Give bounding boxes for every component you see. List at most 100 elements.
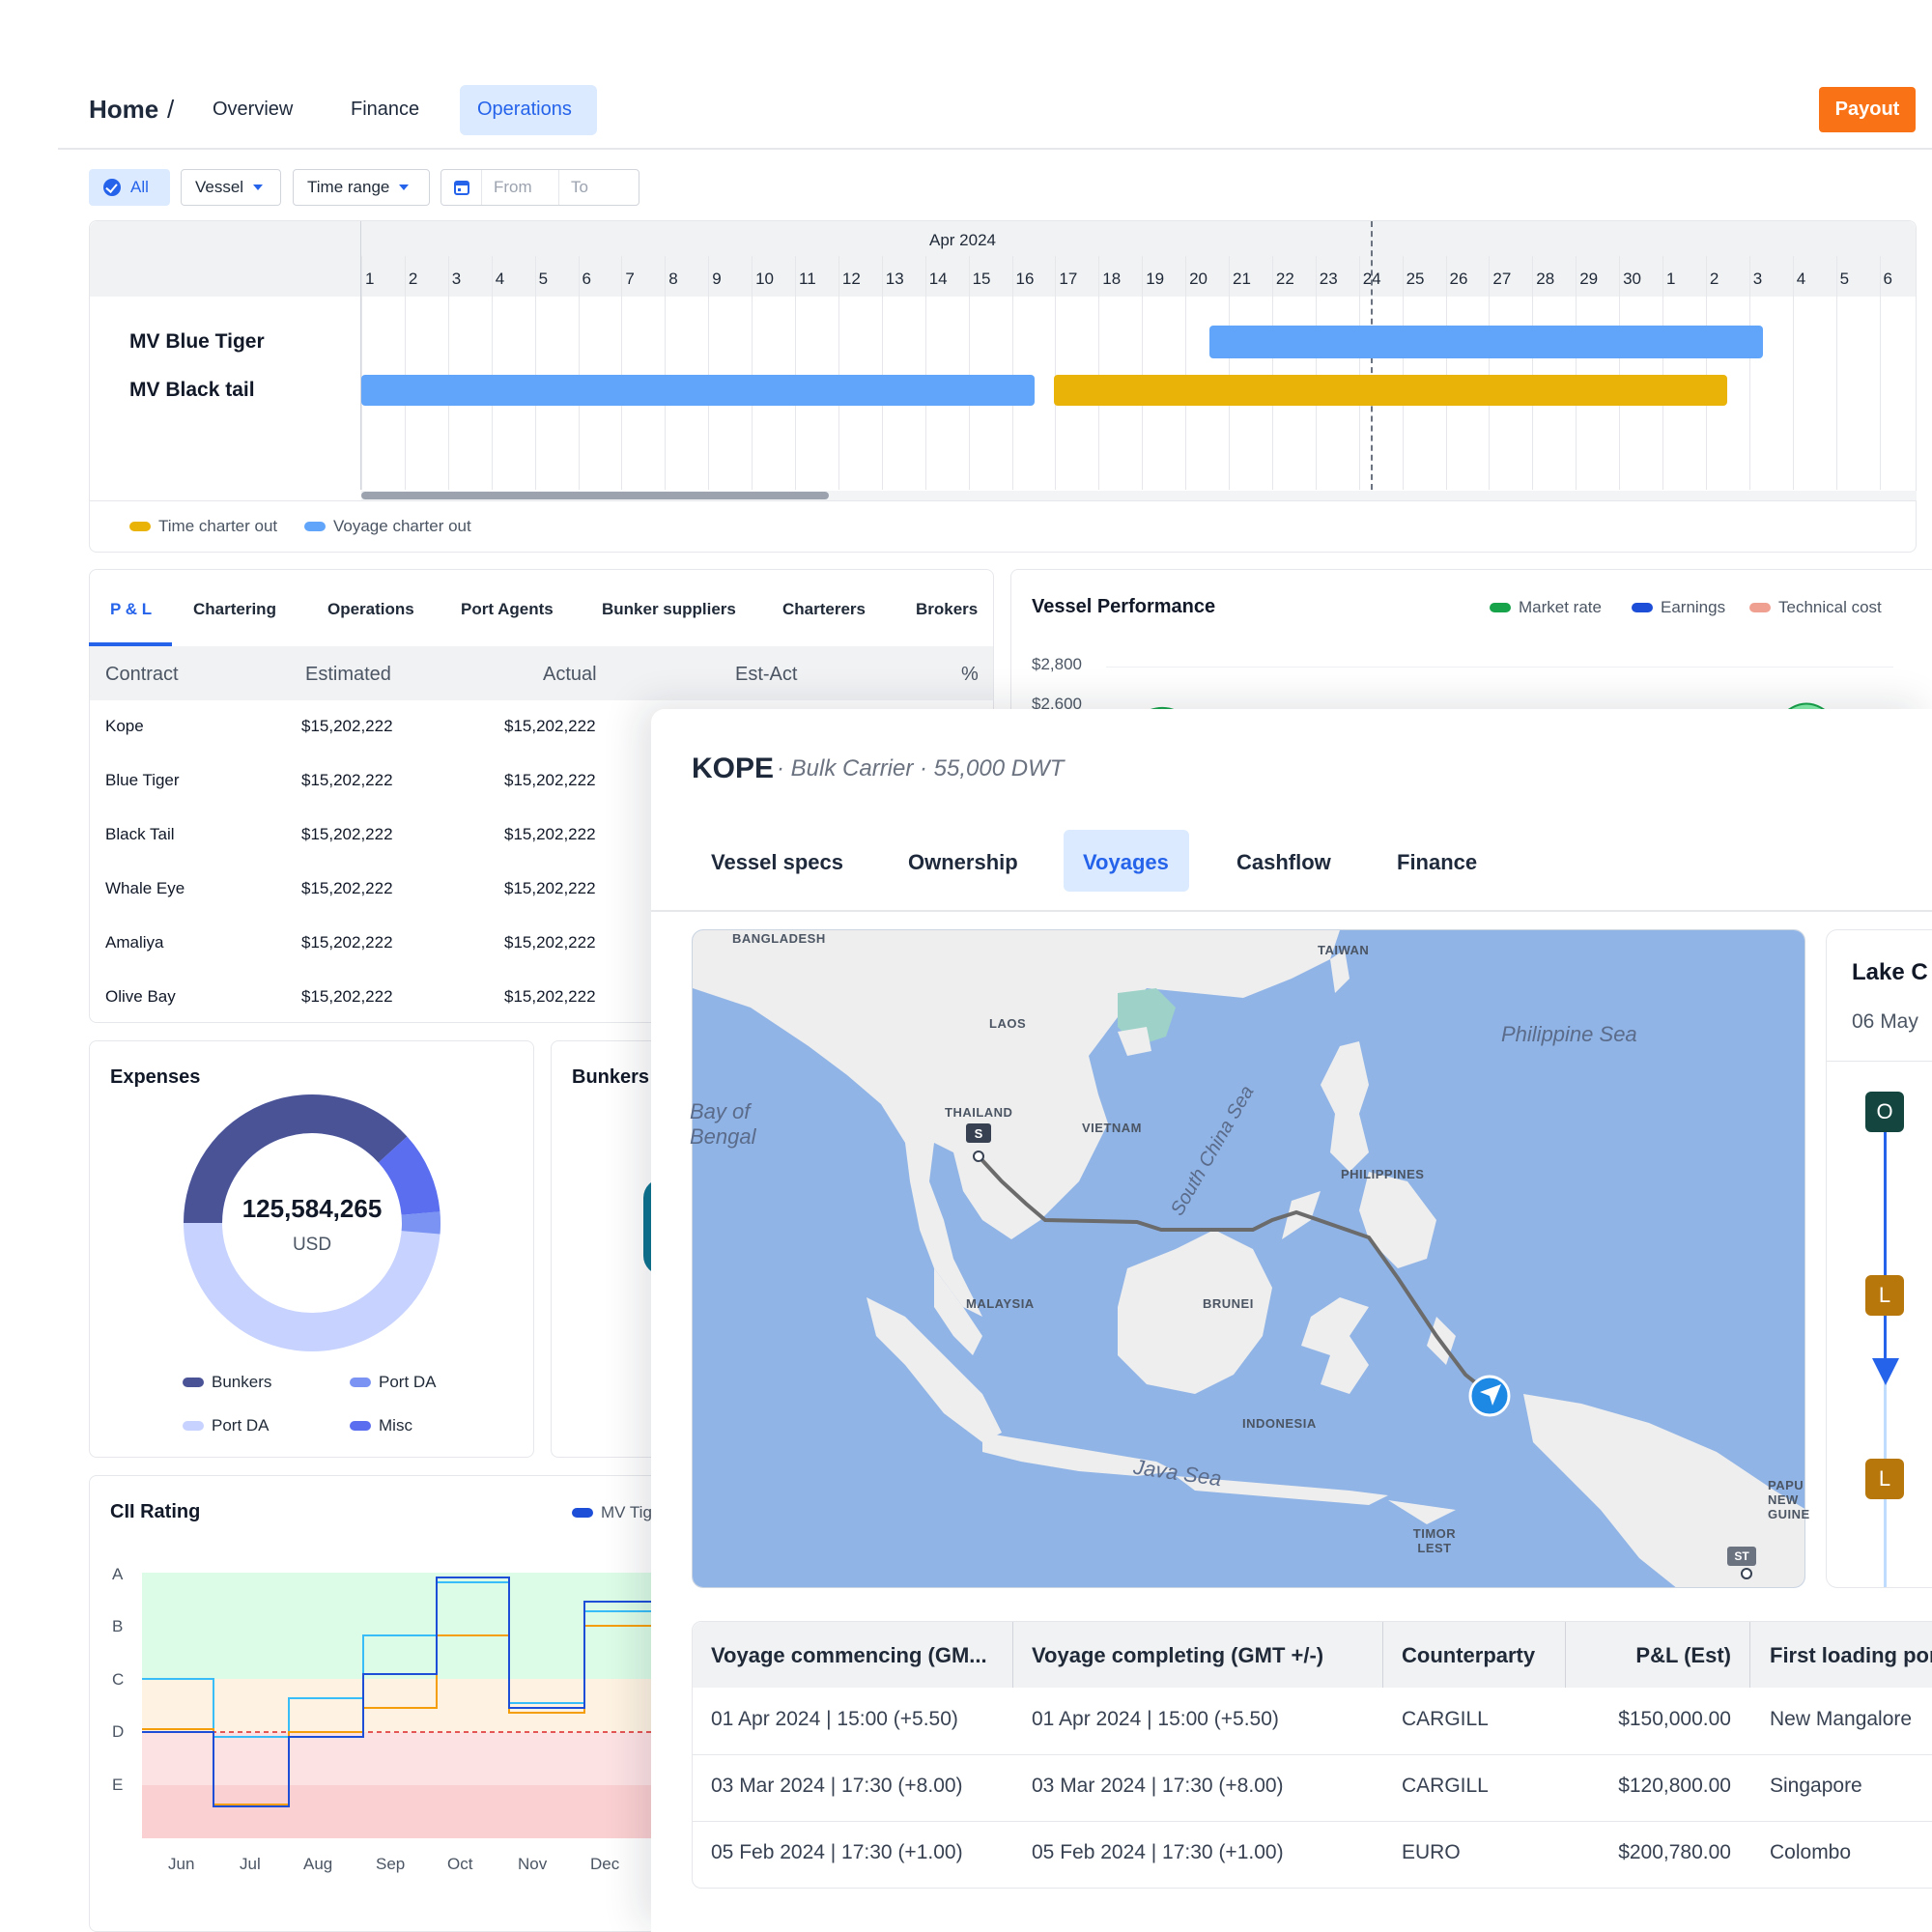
tab-finance[interactable]: Finance (333, 85, 437, 134)
map-label: MALAYSIA (966, 1296, 1035, 1311)
y-axis-tick: $2,800 (1032, 655, 1082, 673)
counterparty-cell: EURO (1402, 1841, 1461, 1863)
commencing-cell: 05 Feb 2024 | 17:30 (+1.00) (711, 1841, 963, 1863)
gantt-day-label: 26 (1449, 270, 1468, 288)
bunkers-title: Bunkers (572, 1066, 650, 1088)
gantt-day-label: 6 (1883, 270, 1892, 288)
legend-time-charter: Time charter out (129, 517, 277, 536)
column-header[interactable]: Est-Act (735, 664, 797, 686)
gantt-day-label: 15 (972, 270, 991, 288)
tab-operations[interactable]: Operations (460, 85, 597, 135)
tab-cashflow[interactable]: Cashflow (1217, 833, 1350, 893)
column-divider (1749, 1622, 1750, 1688)
to-date-field[interactable]: To (559, 178, 588, 197)
gantt-day-gridline (881, 256, 883, 490)
actual-cell: $15,202,222 (504, 717, 596, 735)
column-header[interactable]: Voyage commencing (GM... (711, 1643, 987, 1668)
legend-swatch (350, 1378, 371, 1387)
tab-vessel-specs[interactable]: Vessel specs (692, 833, 863, 893)
gantt-day-gridline (1445, 256, 1447, 490)
tab-operations[interactable]: Operations (327, 600, 414, 619)
voyage-charter-bar[interactable] (361, 375, 1035, 406)
month-label: Dec (590, 1855, 620, 1873)
gantt-day-label: 10 (755, 270, 775, 288)
legend-label: Time charter out (158, 517, 278, 535)
gantt-day-gridline (1662, 256, 1663, 490)
column-divider (1382, 1622, 1383, 1688)
column-header[interactable]: Estimated (305, 664, 391, 686)
gantt-day-label: 1 (365, 270, 375, 288)
contract-cell: Amaliya (105, 933, 164, 952)
tab-voyages[interactable]: Voyages (1064, 830, 1189, 892)
gantt-day-label: 4 (1796, 270, 1806, 288)
gantt-day-gridline (968, 256, 970, 490)
estimated-cell: $15,202,222 (301, 771, 393, 789)
tab-charterers[interactable]: Charterers (782, 600, 866, 619)
start-port-marker[interactable]: S (966, 1123, 991, 1143)
gantt-day-label: 19 (1146, 270, 1165, 288)
legend-item: Misc (350, 1416, 412, 1435)
origin-marker[interactable]: O (1865, 1092, 1904, 1132)
map-label: VIETNAM (1082, 1121, 1142, 1135)
column-header[interactable]: Contract (105, 664, 179, 686)
gantt-day-label: 28 (1536, 270, 1555, 288)
gantt-scrollbar-thumb[interactable] (361, 492, 829, 499)
calendar-icon[interactable] (441, 170, 482, 205)
end-port-marker[interactable]: ST (1727, 1547, 1756, 1566)
pl-cell: $200,780.00 (1618, 1841, 1731, 1863)
side-card-divider (1826, 1061, 1932, 1062)
grade-label: B (112, 1617, 124, 1635)
column-header[interactable]: First loading por (1770, 1643, 1932, 1668)
time-range-dropdown[interactable]: Time range (293, 169, 430, 206)
filter-all-button[interactable]: All (89, 169, 170, 206)
loading-marker[interactable]: L (1865, 1275, 1904, 1316)
gantt-day-label: 29 (1579, 270, 1599, 288)
actual-cell: $15,202,222 (504, 933, 596, 952)
gantt-day-gridline (534, 256, 536, 490)
gantt-day-gridline (838, 256, 839, 490)
tab-port-agents[interactable]: Port Agents (461, 600, 554, 619)
vessel-dropdown[interactable]: Vessel (181, 169, 281, 206)
breadcrumb-home[interactable]: Home (89, 95, 158, 125)
gantt-day-gridline (1229, 256, 1230, 490)
gantt-day-gridline (1489, 256, 1491, 490)
voyage-charter-bar[interactable] (1209, 326, 1763, 358)
column-header[interactable]: Counterparty (1402, 1643, 1535, 1668)
tab-overview[interactable]: Overview (195, 85, 310, 134)
timeline-line (1884, 1111, 1887, 1367)
tab-pl[interactable]: P & L (110, 600, 152, 619)
date-range-picker[interactable]: From To (440, 169, 639, 206)
tab-brokers[interactable]: Brokers (916, 600, 978, 619)
payout-button[interactable]: Payout (1819, 87, 1916, 132)
loading-marker[interactable]: L (1865, 1459, 1904, 1499)
legend-item: MV Tig (572, 1503, 652, 1522)
tab-chartering[interactable]: Chartering (193, 600, 276, 619)
gantt-day-gridline (1402, 256, 1404, 490)
column-header[interactable]: Voyage completing (GMT +/-) (1032, 1643, 1323, 1668)
port-name: Lake C (1852, 959, 1928, 985)
column-header[interactable]: % (961, 664, 979, 686)
gantt-day-label: 4 (495, 270, 505, 288)
tab-finance[interactable]: Finance (1378, 833, 1496, 893)
from-date-field[interactable]: From (482, 170, 559, 205)
gantt-day-gridline (1142, 256, 1144, 490)
gantt-day-label: 5 (538, 270, 549, 288)
vessel-name: KOPE (692, 753, 775, 784)
voyage-map[interactable] (692, 929, 1805, 1588)
map-label: TIMOR LEST (1412, 1526, 1457, 1555)
time-charter-bar[interactable] (1054, 375, 1727, 406)
estimated-cell: $15,202,222 (301, 987, 393, 1006)
gantt-day-gridline (1532, 256, 1534, 490)
gridline (1106, 667, 1893, 668)
legend-swatch (183, 1378, 204, 1387)
contract-cell: Whale Eye (105, 879, 185, 897)
gantt-day-label: 14 (928, 270, 948, 288)
column-header[interactable]: Actual (543, 664, 597, 686)
tab-ownership[interactable]: Ownership (889, 833, 1037, 893)
column-header[interactable]: P&L (Est) (1565, 1643, 1731, 1668)
tab-bunker-suppliers[interactable]: Bunker suppliers (602, 600, 736, 619)
chevron-down-icon (253, 185, 264, 190)
legend-label: Voyage charter out (333, 517, 471, 535)
gantt-vessel-name: MV Black tail (129, 379, 255, 401)
breadcrumb-separator: / (167, 95, 175, 124)
